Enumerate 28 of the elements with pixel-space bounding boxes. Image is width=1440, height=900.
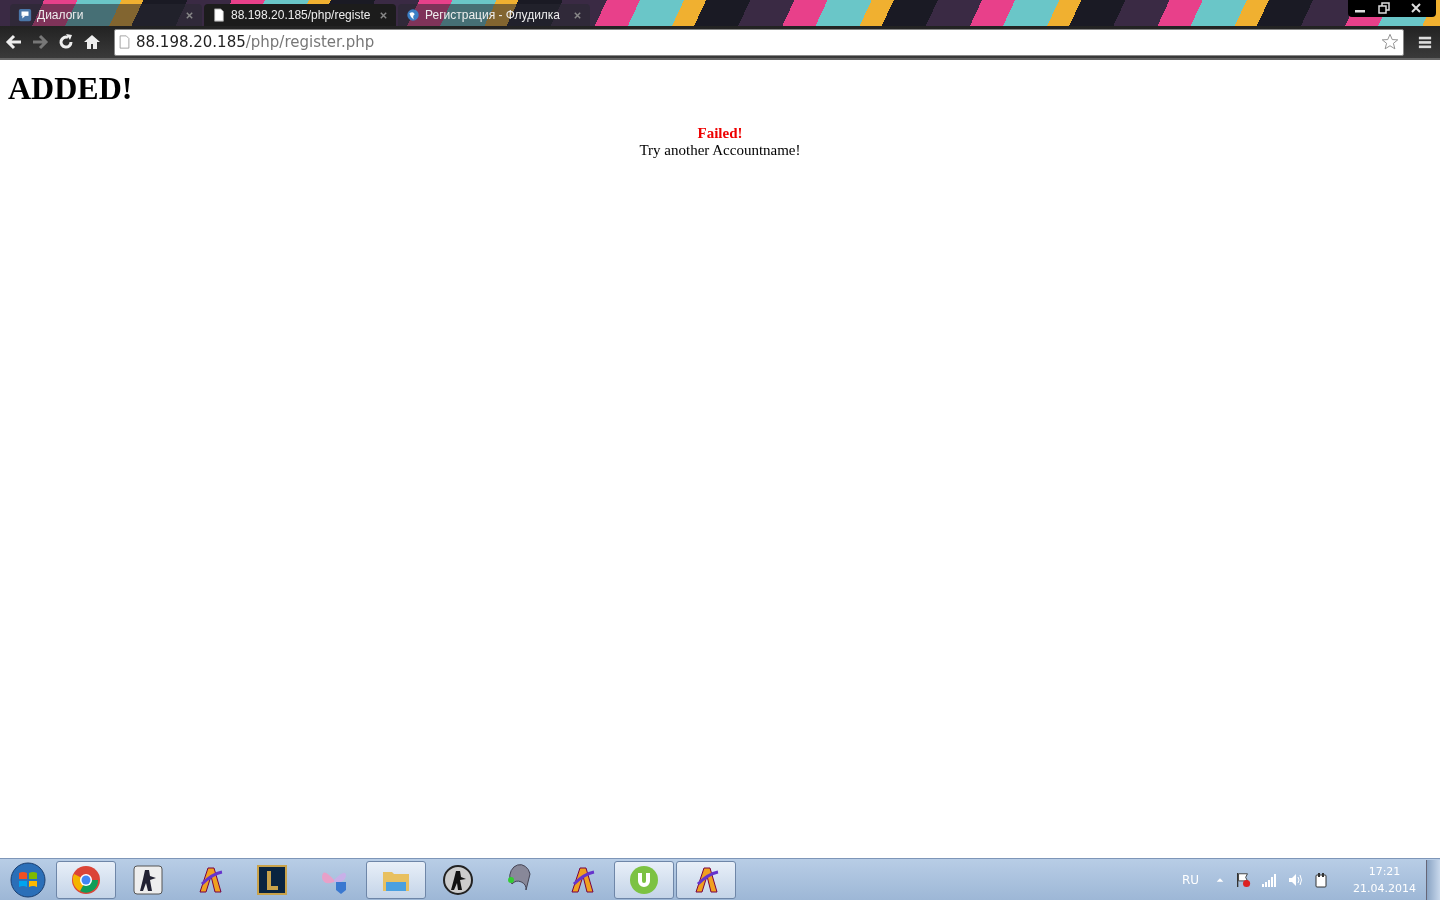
error-text: Failed! xyxy=(697,125,743,142)
forward-arrow-icon[interactable] xyxy=(30,32,50,52)
page-heading: ADDED! xyxy=(8,70,133,107)
globe-icon xyxy=(406,8,420,22)
browser-tab[interactable]: Диалоги xyxy=(10,4,202,26)
soldier-icon xyxy=(132,863,164,896)
message-text: Try another Accountname! xyxy=(639,142,801,159)
address-bar[interactable]: 88.198.20.185/php/register.php xyxy=(114,28,1404,56)
show-desktop-button[interactable] xyxy=(1426,859,1440,900)
flag-icon[interactable] xyxy=(1235,871,1251,888)
browser-tab[interactable]: Регистрация - Флудилка xyxy=(398,4,590,26)
home-icon[interactable] xyxy=(82,32,102,52)
date-text: 21.04.2014 xyxy=(1353,880,1416,897)
star-icon[interactable] xyxy=(1381,33,1399,51)
chat-bubble-icon xyxy=(18,8,32,22)
start-button[interactable] xyxy=(8,859,48,900)
soldier-icon xyxy=(442,863,474,896)
time-text: 17:21 xyxy=(1368,863,1401,880)
back-arrow-icon[interactable] xyxy=(4,32,24,52)
menu-icon[interactable] xyxy=(1418,35,1432,49)
emblem-icon xyxy=(256,863,288,896)
browser-tab[interactable]: 88.198.20.185/php/registe xyxy=(204,4,396,26)
taskbar-button[interactable] xyxy=(676,860,736,899)
browser-logo-icon xyxy=(70,863,102,896)
document-icon xyxy=(119,35,130,49)
torrent-icon xyxy=(628,863,660,896)
document-icon xyxy=(212,8,226,22)
url-text: 88.198.20.185/php/register.php xyxy=(136,33,376,51)
